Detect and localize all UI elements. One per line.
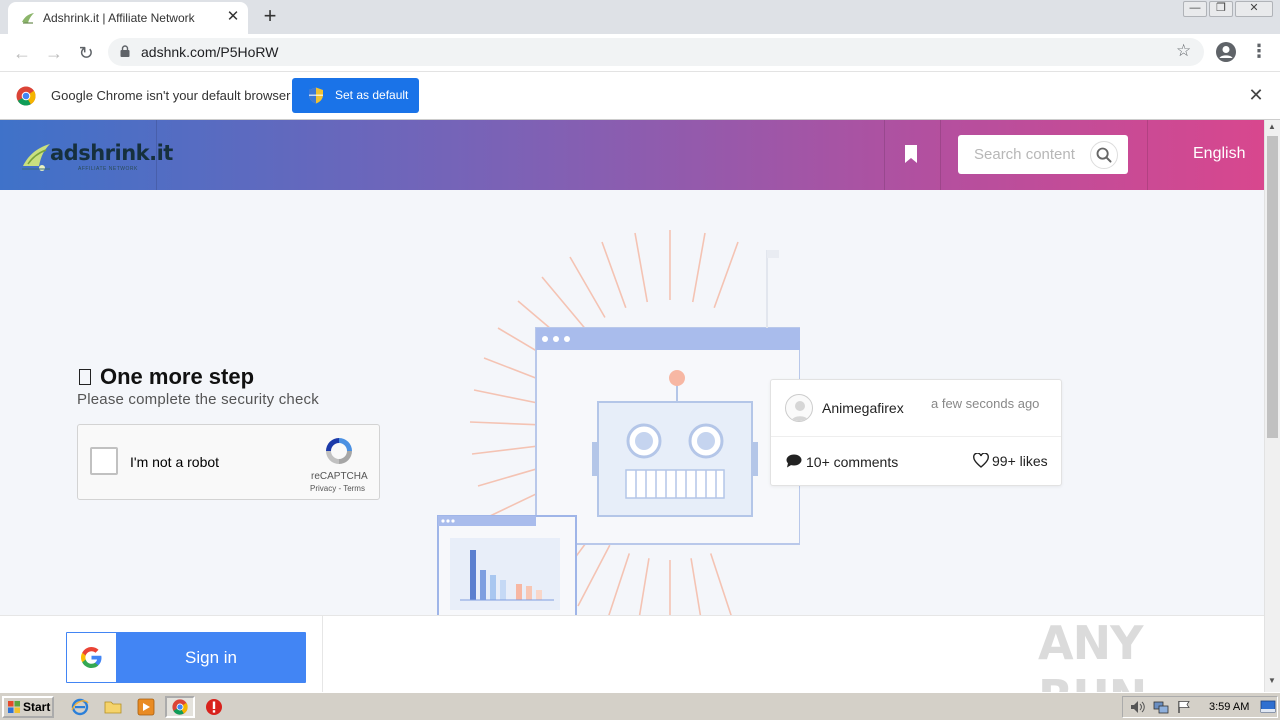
chrome-logo-icon xyxy=(16,86,36,106)
bird-logo-icon xyxy=(22,144,50,171)
card-timestamp: a few seconds ago xyxy=(931,396,1040,411)
page-footer: Sign in ANY RUN xyxy=(0,615,1264,692)
header-divider xyxy=(1147,120,1148,190)
tab-close-icon[interactable]: ✕ xyxy=(224,8,242,26)
header-divider xyxy=(884,120,885,190)
header-divider xyxy=(940,120,941,190)
lock-icon xyxy=(120,45,130,57)
system-tray: 3:59 AM xyxy=(1122,696,1278,718)
start-button[interactable]: Start xyxy=(2,696,54,718)
chrome-taskbar-icon xyxy=(172,699,188,715)
card-divider xyxy=(771,436,1061,437)
site-header: adshrink.it AFFILIATE NETWORK Search con… xyxy=(0,120,1264,190)
default-browser-infobar: Google Chrome isn't your default browser… xyxy=(0,72,1280,120)
chrome-menu-icon[interactable]: ⋮ xyxy=(1250,40,1268,64)
scrollbar-thumb[interactable] xyxy=(1267,136,1278,438)
browser-toolbar: ← → ↻ adshnk.com/P5HoRW ☆ ⋮ xyxy=(0,34,1280,72)
reload-button[interactable]: ↻ xyxy=(74,41,98,65)
restore-button[interactable]: ❐ xyxy=(1209,1,1233,17)
media-player-icon[interactable] xyxy=(137,698,155,716)
minimize-button[interactable]: — xyxy=(1183,1,1207,17)
comment-icon xyxy=(786,454,802,468)
stop-warning-icon[interactable] xyxy=(205,698,223,716)
search-placeholder: Search content xyxy=(974,146,1075,163)
page-subtitle: Please complete the security check xyxy=(77,391,319,408)
avatar xyxy=(785,394,813,422)
sign-in-label: Sign in xyxy=(185,648,237,667)
site-favicon-icon xyxy=(22,13,34,24)
set-as-default-button[interactable]: Set as default xyxy=(292,78,419,113)
scroll-up-icon[interactable]: ▲ xyxy=(1268,122,1276,131)
new-tab-button[interactable]: + xyxy=(259,5,281,27)
forward-button[interactable]: → xyxy=(42,41,66,65)
scroll-down-icon[interactable]: ▼ xyxy=(1268,676,1276,685)
search-icon[interactable] xyxy=(1090,141,1118,169)
browser-tab[interactable]: Adshrink.it | Affiliate Network ✕ xyxy=(8,2,248,34)
card-comments: 10+ comments xyxy=(806,454,899,470)
infobar-message: Google Chrome isn't your default browser xyxy=(51,88,291,103)
recaptcha-checkbox[interactable] xyxy=(90,447,118,475)
profile-avatar-icon[interactable] xyxy=(1215,41,1237,63)
language-selector[interactable]: English xyxy=(1193,145,1245,163)
card-username: Animegafirex xyxy=(822,400,904,416)
logo-subtitle: AFFILIATE NETWORK xyxy=(78,166,138,172)
url-text: adshnk.com/P5HoRW xyxy=(141,44,279,60)
page-title: One more step xyxy=(79,364,254,390)
recaptcha-brand: reCAPTCHA xyxy=(311,471,368,482)
heart-icon xyxy=(973,453,989,468)
uac-shield-icon xyxy=(309,87,323,104)
footer-divider xyxy=(322,616,323,692)
show-desktop-icon[interactable] xyxy=(1260,700,1276,714)
card-likes: 99+ likes xyxy=(992,453,1048,469)
back-button[interactable]: ← xyxy=(10,41,34,65)
google-sign-in-button[interactable]: Sign in xyxy=(66,632,306,683)
set-as-default-label: Set as default xyxy=(335,88,409,102)
logo-text: adshrink.it xyxy=(50,141,173,165)
windows-flag-icon xyxy=(8,701,20,713)
page-scrollbar[interactable]: ▲ ▼ xyxy=(1264,120,1280,692)
volume-icon[interactable] xyxy=(1130,700,1146,714)
lock-placeholder-icon xyxy=(79,369,91,385)
window-close-button[interactable]: ✕ xyxy=(1235,1,1273,17)
internet-explorer-icon[interactable] xyxy=(71,698,89,716)
bookmark-star-icon[interactable]: ☆ xyxy=(1176,41,1191,61)
action-center-flag-icon[interactable] xyxy=(1177,700,1191,714)
recaptcha-label: I'm not a robot xyxy=(130,454,220,470)
tab-title: Adshrink.it | Affiliate Network xyxy=(43,11,195,25)
network-icon[interactable] xyxy=(1153,700,1169,714)
file-explorer-icon[interactable] xyxy=(104,698,122,716)
page-content: adshrink.it AFFILIATE NETWORK Search con… xyxy=(0,120,1264,692)
recaptcha-widget: I'm not a robot reCAPTCHA Privacy - Term… xyxy=(77,424,380,500)
browser-tab-strip: Adshrink.it | Affiliate Network ✕ + — ❐ … xyxy=(0,0,1280,34)
infobar-close-icon[interactable]: ✕ xyxy=(1247,85,1265,105)
windows-taskbar: Start 3:59 AM xyxy=(0,692,1280,720)
bookmark-icon[interactable] xyxy=(904,145,918,163)
recaptcha-logo-icon xyxy=(326,438,352,464)
google-logo-box xyxy=(67,633,116,682)
google-logo-icon xyxy=(81,647,102,668)
activity-card: Animegafirex a few seconds ago 10+ comme… xyxy=(770,379,1062,486)
user-avatar-icon xyxy=(790,401,810,421)
search-box[interactable]: Search content xyxy=(958,135,1128,174)
address-bar[interactable]: adshnk.com/P5HoRW ☆ xyxy=(108,38,1204,66)
header-divider xyxy=(156,120,157,190)
robot-illustration xyxy=(437,230,800,647)
taskbar-clock[interactable]: 3:59 AM xyxy=(1209,701,1249,713)
watermark-logo: ANY RUN xyxy=(1038,616,1147,692)
taskbar-chrome-button[interactable] xyxy=(165,696,195,718)
start-label: Start xyxy=(23,700,51,714)
page-title-text: One more step xyxy=(100,364,255,389)
recaptcha-privacy-terms-link[interactable]: Privacy - Terms xyxy=(310,484,365,493)
site-logo[interactable]: adshrink.it AFFILIATE NETWORK xyxy=(20,136,173,176)
